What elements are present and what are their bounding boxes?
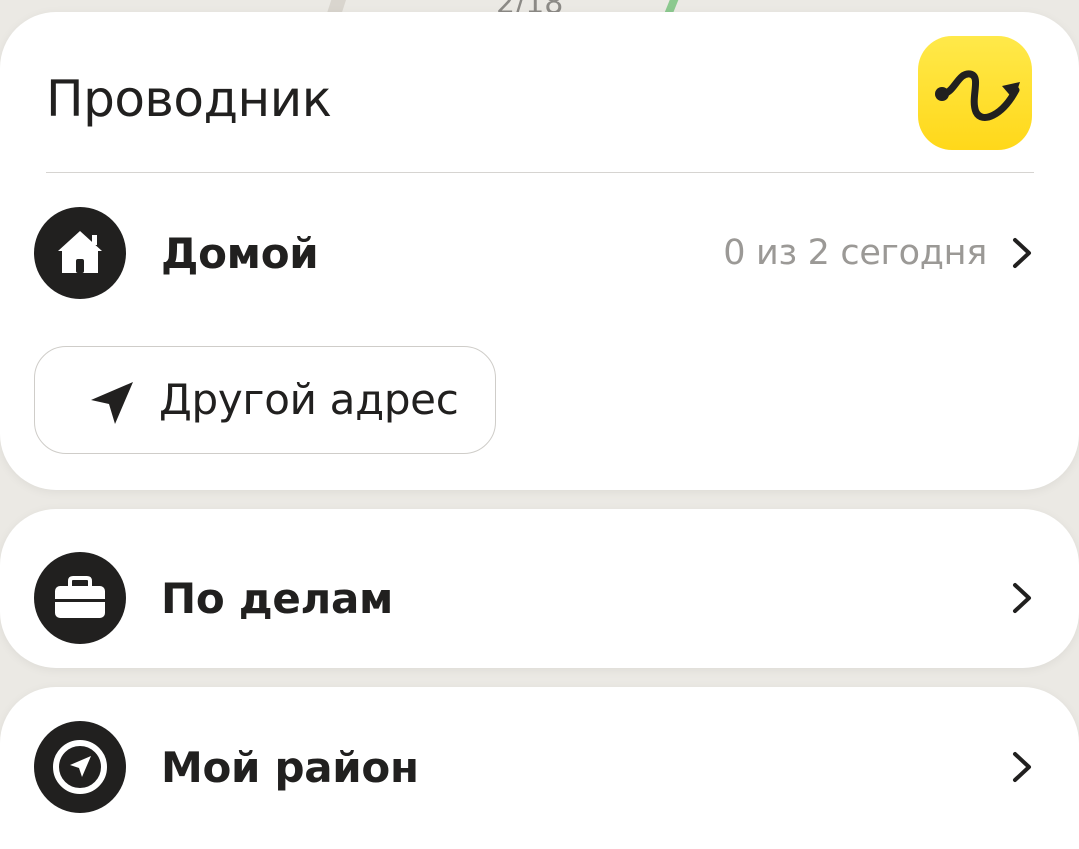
header-divider: [46, 172, 1034, 173]
house-icon: [58, 231, 102, 273]
other-address-label: Другой адрес: [159, 375, 459, 424]
navigation-arrow-icon: [91, 382, 133, 424]
work-icon-circle: [34, 552, 126, 644]
chevron-right-icon: [1013, 752, 1031, 782]
district-card: Мой район: [0, 687, 1079, 849]
navigator-card: Проводник Домой 0 из 2 сегодня Другой ад…: [0, 12, 1079, 490]
home-icon-circle: [34, 207, 126, 299]
compass-icon: [53, 740, 107, 794]
district-route-item[interactable]: Мой район: [0, 707, 1079, 827]
route-squiggle-icon: [935, 70, 1020, 121]
district-label: Мой район: [161, 743, 419, 792]
briefcase-icon: [55, 576, 105, 618]
work-route-item[interactable]: По делам: [0, 538, 1079, 658]
page-title: Проводник: [46, 70, 332, 128]
other-address-button[interactable]: Другой адрес: [34, 346, 496, 454]
chevron-right-icon: [1013, 238, 1031, 268]
work-card: По делам: [0, 509, 1079, 668]
home-trip-count: 0 из 2 сегодня: [723, 233, 987, 273]
home-route-item[interactable]: Домой 0 из 2 сегодня: [0, 193, 1079, 313]
work-label: По делам: [161, 574, 394, 623]
home-label: Домой: [161, 229, 319, 278]
district-icon-circle: [34, 721, 126, 813]
navigator-logo-icon[interactable]: [918, 36, 1032, 150]
chevron-right-icon: [1013, 583, 1031, 613]
